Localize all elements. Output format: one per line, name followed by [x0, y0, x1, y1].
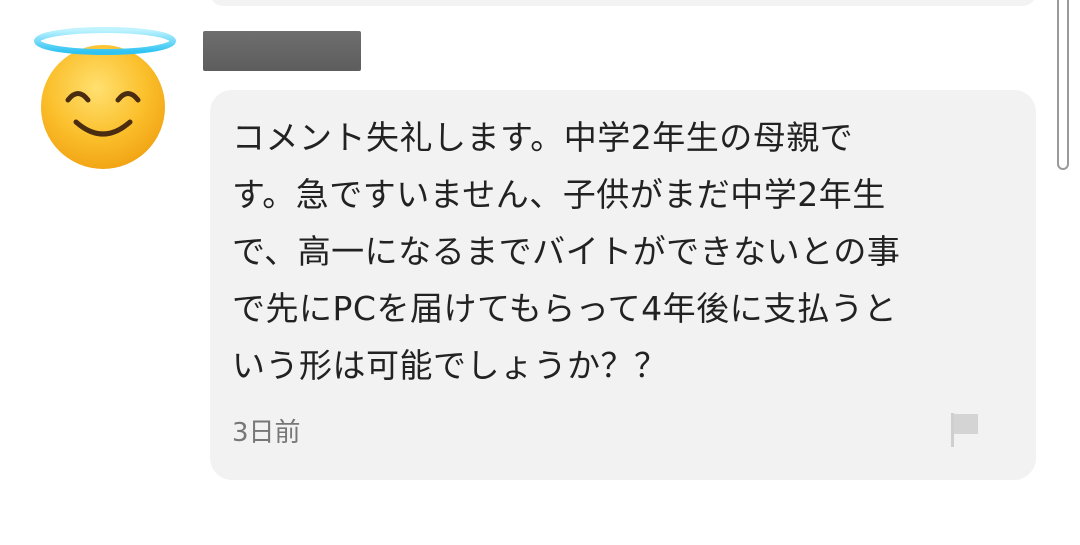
comment-line: コメント失礼します。中学2年生の母親で [232, 118, 854, 157]
avatar[interactable] [30, 24, 180, 169]
redacted-username [203, 31, 361, 71]
smiling-face-with-halo-icon [34, 27, 176, 169]
comment-line: で、高一になるまでバイトができないとの事 [232, 232, 901, 271]
report-flag-icon[interactable] [948, 410, 984, 450]
comment-text: コメント失礼します。中学2年生の母親で す。急ですいません、子供がまだ中学2年生… [232, 109, 1002, 394]
comment-line: いう形は可能でしょうか？？ [232, 346, 668, 385]
comment-line: す。急ですいません、子供がまだ中学2年生 [232, 175, 886, 214]
comment-line: で先にPCを届けてもらって4年後に支払うと [232, 289, 898, 328]
scrollbar[interactable] [1057, 0, 1069, 170]
previous-comment-card [210, 0, 1036, 6]
comment-timestamp: 3日前 [232, 418, 301, 448]
